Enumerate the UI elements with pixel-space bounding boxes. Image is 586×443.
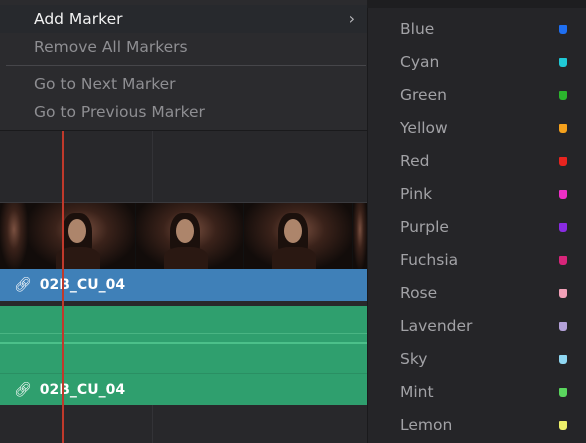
video-clip-name: 02B_CU_04 xyxy=(39,277,126,293)
marker-color-label: Lavender xyxy=(400,317,473,335)
timeline-panel[interactable]: 🔗︎ 02B_CU_04 🔗︎ 02B_CU_04 Add Marker › Rem… xyxy=(0,0,367,443)
video-thumbnail xyxy=(0,203,28,269)
marker-color-pink[interactable]: Pink xyxy=(368,178,586,211)
marker-color-purple[interactable]: Purple xyxy=(368,211,586,244)
marker-color-label: Mint xyxy=(400,383,434,401)
video-thumbnail xyxy=(136,203,243,269)
video-clip[interactable]: 🔗︎ 02B_CU_04 xyxy=(0,269,367,301)
marker-color-label: Lemon xyxy=(400,416,453,434)
video-thumbnail xyxy=(28,203,135,269)
link-icon: 🔗︎ xyxy=(14,277,32,293)
marker-color-red[interactable]: Red xyxy=(368,145,586,178)
marker-color-mint[interactable]: Mint xyxy=(368,376,586,409)
audio-clip[interactable]: 🔗︎ 02B_CU_04 xyxy=(0,373,367,405)
marker-color-rose[interactable]: Rose xyxy=(368,277,586,310)
marker-color-blue[interactable]: Blue xyxy=(368,13,586,46)
color-swatch-icon xyxy=(559,91,567,100)
marker-color-cyan[interactable]: Cyan xyxy=(368,46,586,79)
menu-item-add-marker[interactable]: Add Marker › xyxy=(0,5,367,33)
color-swatch-icon xyxy=(559,58,567,67)
color-swatch-icon xyxy=(559,388,567,397)
color-swatch-icon xyxy=(559,355,567,364)
menu-item-label: Go to Previous Marker xyxy=(34,103,205,121)
color-swatch-icon xyxy=(559,25,567,34)
color-swatch-icon xyxy=(559,157,567,166)
marker-color-lavender[interactable]: Lavender xyxy=(368,310,586,343)
color-swatch-icon xyxy=(559,421,567,430)
video-thumbnail xyxy=(353,203,367,269)
timeline-grid-line xyxy=(152,130,153,202)
link-icon: 🔗︎ xyxy=(14,382,32,398)
marker-color-label: Fuchsia xyxy=(400,251,459,269)
audio-waveform xyxy=(0,342,367,344)
marker-color-label: Red xyxy=(400,152,430,170)
marker-color-green[interactable]: Green xyxy=(368,79,586,112)
audio-clip-waveform[interactable] xyxy=(0,306,367,373)
color-swatch-icon xyxy=(559,322,567,331)
menu-item-label: Remove All Markers xyxy=(34,38,188,56)
menu-item-label: Add Marker xyxy=(34,10,123,28)
color-swatch-icon xyxy=(559,223,567,232)
video-thumbnail xyxy=(244,203,352,269)
marker-color-label: Purple xyxy=(400,218,449,236)
menu-item-go-to-next-marker[interactable]: Go to Next Marker xyxy=(0,70,367,98)
marker-color-submenu: Blue Cyan Green Yellow Red Pink Purple F… xyxy=(367,8,586,443)
color-swatch-icon xyxy=(559,289,567,298)
marker-color-label: Green xyxy=(400,86,447,104)
marker-color-label: Blue xyxy=(400,20,435,38)
color-swatch-icon xyxy=(559,190,567,199)
video-clip-thumbnails[interactable] xyxy=(0,202,367,269)
audio-level-line xyxy=(0,333,367,334)
timeline-grid-line xyxy=(152,405,153,443)
marker-color-label: Yellow xyxy=(400,119,448,137)
marker-color-label: Sky xyxy=(400,350,428,368)
playhead[interactable] xyxy=(62,130,64,443)
menu-item-remove-all-markers[interactable]: Remove All Markers xyxy=(0,33,367,61)
audio-clip-name: 02B_CU_04 xyxy=(39,382,126,398)
chevron-right-icon: › xyxy=(348,9,355,28)
context-menu: Add Marker › Remove All Markers Go to Ne… xyxy=(0,0,367,131)
marker-color-lemon[interactable]: Lemon xyxy=(368,409,586,442)
marker-color-label: Cyan xyxy=(400,53,440,71)
color-swatch-icon xyxy=(559,256,567,265)
marker-color-yellow[interactable]: Yellow xyxy=(368,112,586,145)
menu-separator xyxy=(6,65,366,66)
marker-color-label: Rose xyxy=(400,284,438,302)
menu-item-go-to-previous-marker[interactable]: Go to Previous Marker xyxy=(0,98,367,126)
menu-item-label: Go to Next Marker xyxy=(34,75,176,93)
marker-color-fuchsia[interactable]: Fuchsia xyxy=(368,244,586,277)
marker-color-label: Pink xyxy=(400,185,433,203)
color-swatch-icon xyxy=(559,124,567,133)
marker-color-sky[interactable]: Sky xyxy=(368,343,586,376)
